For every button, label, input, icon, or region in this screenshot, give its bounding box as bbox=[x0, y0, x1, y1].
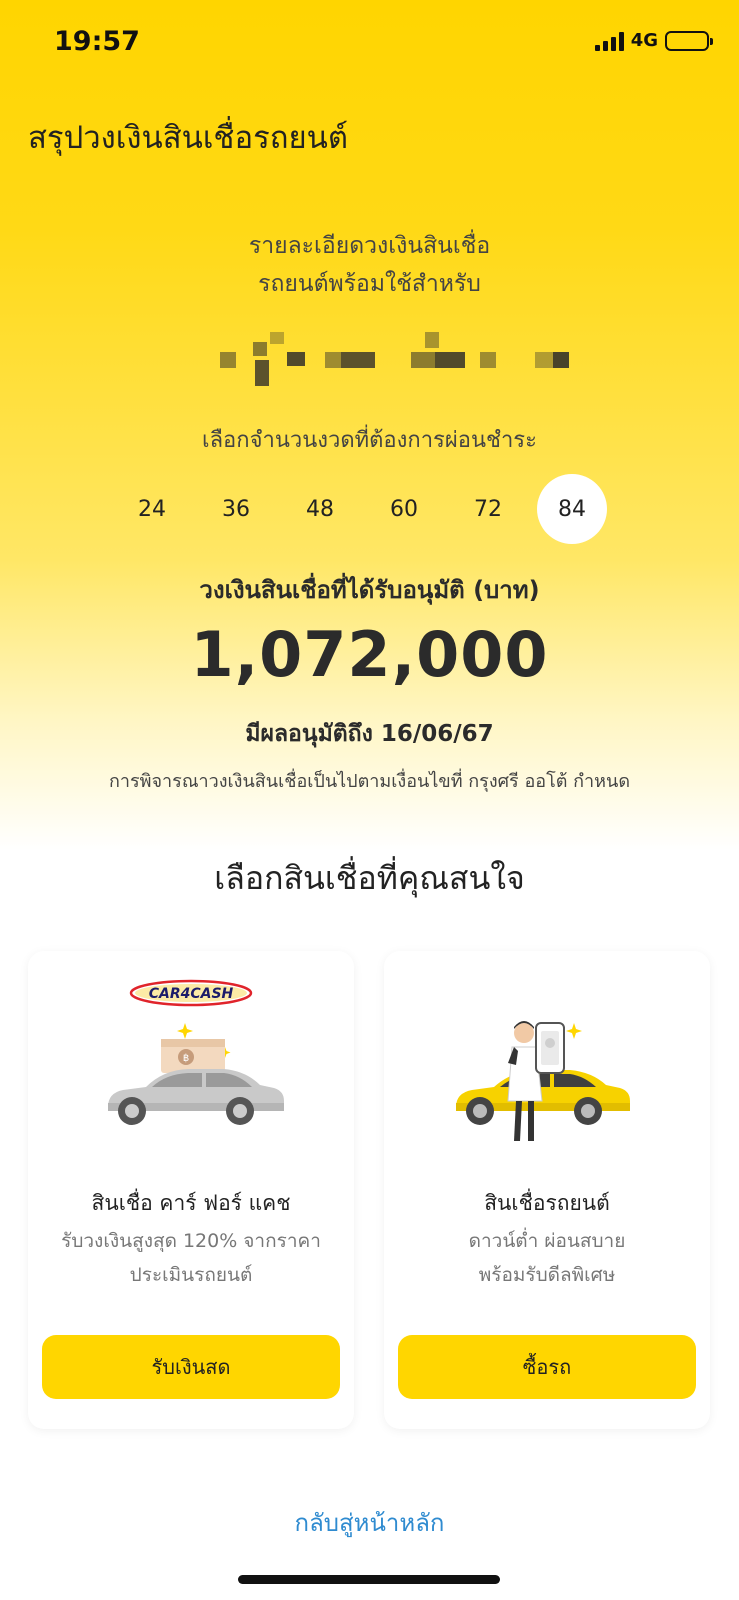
get-cash-button[interactable]: รับเงินสด bbox=[42, 1335, 340, 1399]
car4cash-desc-line-2: ประเมินรถยนต์ bbox=[129, 1264, 253, 1286]
term-prompt: เลือกจำนวนงวดที่ต้องการผ่อนชำระ bbox=[202, 428, 537, 453]
term-option-84-selected[interactable]: 84 bbox=[537, 474, 607, 544]
detail-line-1: รายละเอียดวงเงินสินเชื่อ bbox=[248, 233, 491, 259]
car-loan-illustration bbox=[456, 1021, 630, 1141]
censored-customer-name bbox=[175, 330, 585, 390]
network-type: 4G bbox=[630, 30, 658, 51]
approval-valid-until: มีผลอนุมัติถึง 16/06/67 bbox=[245, 721, 494, 747]
term-option-72[interactable]: 72 bbox=[453, 474, 523, 544]
signal-icon bbox=[594, 31, 624, 51]
car-loan-title: สินเชื่อรถยนต์ bbox=[484, 1191, 610, 1215]
term-option-36[interactable]: 36 bbox=[201, 474, 271, 544]
car4cash-illustration: CAR4CASH ฿ bbox=[108, 979, 284, 1125]
car-loan-card: สินเชื่อรถยนต์ ดาวน์ต่ำ ผ่อนสบาย พร้อมรั… bbox=[384, 951, 710, 1429]
home-indicator[interactable] bbox=[238, 1575, 500, 1584]
status-time: 19:57 bbox=[54, 26, 140, 57]
condition-note: การพิจารณาวงเงินสินเชื่อเป็นไปตามเงื่อนไ… bbox=[108, 771, 631, 792]
car4cash-logo: CAR4CASH bbox=[129, 979, 253, 1007]
car4cash-desc-line-1: รับวงเงินสูงสุด 120% จากราคา bbox=[61, 1230, 321, 1252]
car-loan-desc-line-2: พร้อมรับดีลพิเศษ bbox=[478, 1264, 616, 1286]
approved-amount: 1,072,000 bbox=[190, 618, 549, 691]
term-option-60[interactable]: 60 bbox=[369, 474, 439, 544]
car4cash-card: CAR4CASH ฿ สินเชื่อ คาร์ ฟอร์ แคช รับวงเ… bbox=[28, 951, 354, 1429]
car-loan-desc-line-1: ดาวน์ต่ำ ผ่อนสบาย bbox=[468, 1230, 626, 1252]
status-indicators: 4G bbox=[594, 30, 713, 51]
term-option-48[interactable]: 48 bbox=[285, 474, 355, 544]
detail-line-2: รถยนต์พร้อมใช้สำหรับ bbox=[258, 271, 481, 297]
choose-loan-heading: เลือกสินเชื่อที่คุณสนใจ bbox=[214, 859, 525, 897]
car4cash-title: สินเชื่อ คาร์ ฟอร์ แคช bbox=[91, 1191, 291, 1215]
battery-icon bbox=[665, 30, 713, 51]
buy-car-button[interactable]: ซื้อรถ bbox=[398, 1335, 696, 1399]
approved-amount-label: วงเงินสินเชื่อที่ได้รับอนุมัติ (บาท) bbox=[199, 576, 540, 604]
svg-text:฿: ฿ bbox=[183, 1053, 189, 1064]
page-title: สรุปวงเงินสินเชื่อรถยนต์ bbox=[28, 120, 348, 156]
car4cash-logo-text: CAR4CASH bbox=[149, 986, 234, 1002]
term-selector: 24 36 48 60 72 84 bbox=[110, 474, 650, 544]
back-to-home-link[interactable]: กลับสู่หน้าหลัก bbox=[0, 1503, 739, 1542]
term-option-24[interactable]: 24 bbox=[117, 474, 187, 544]
